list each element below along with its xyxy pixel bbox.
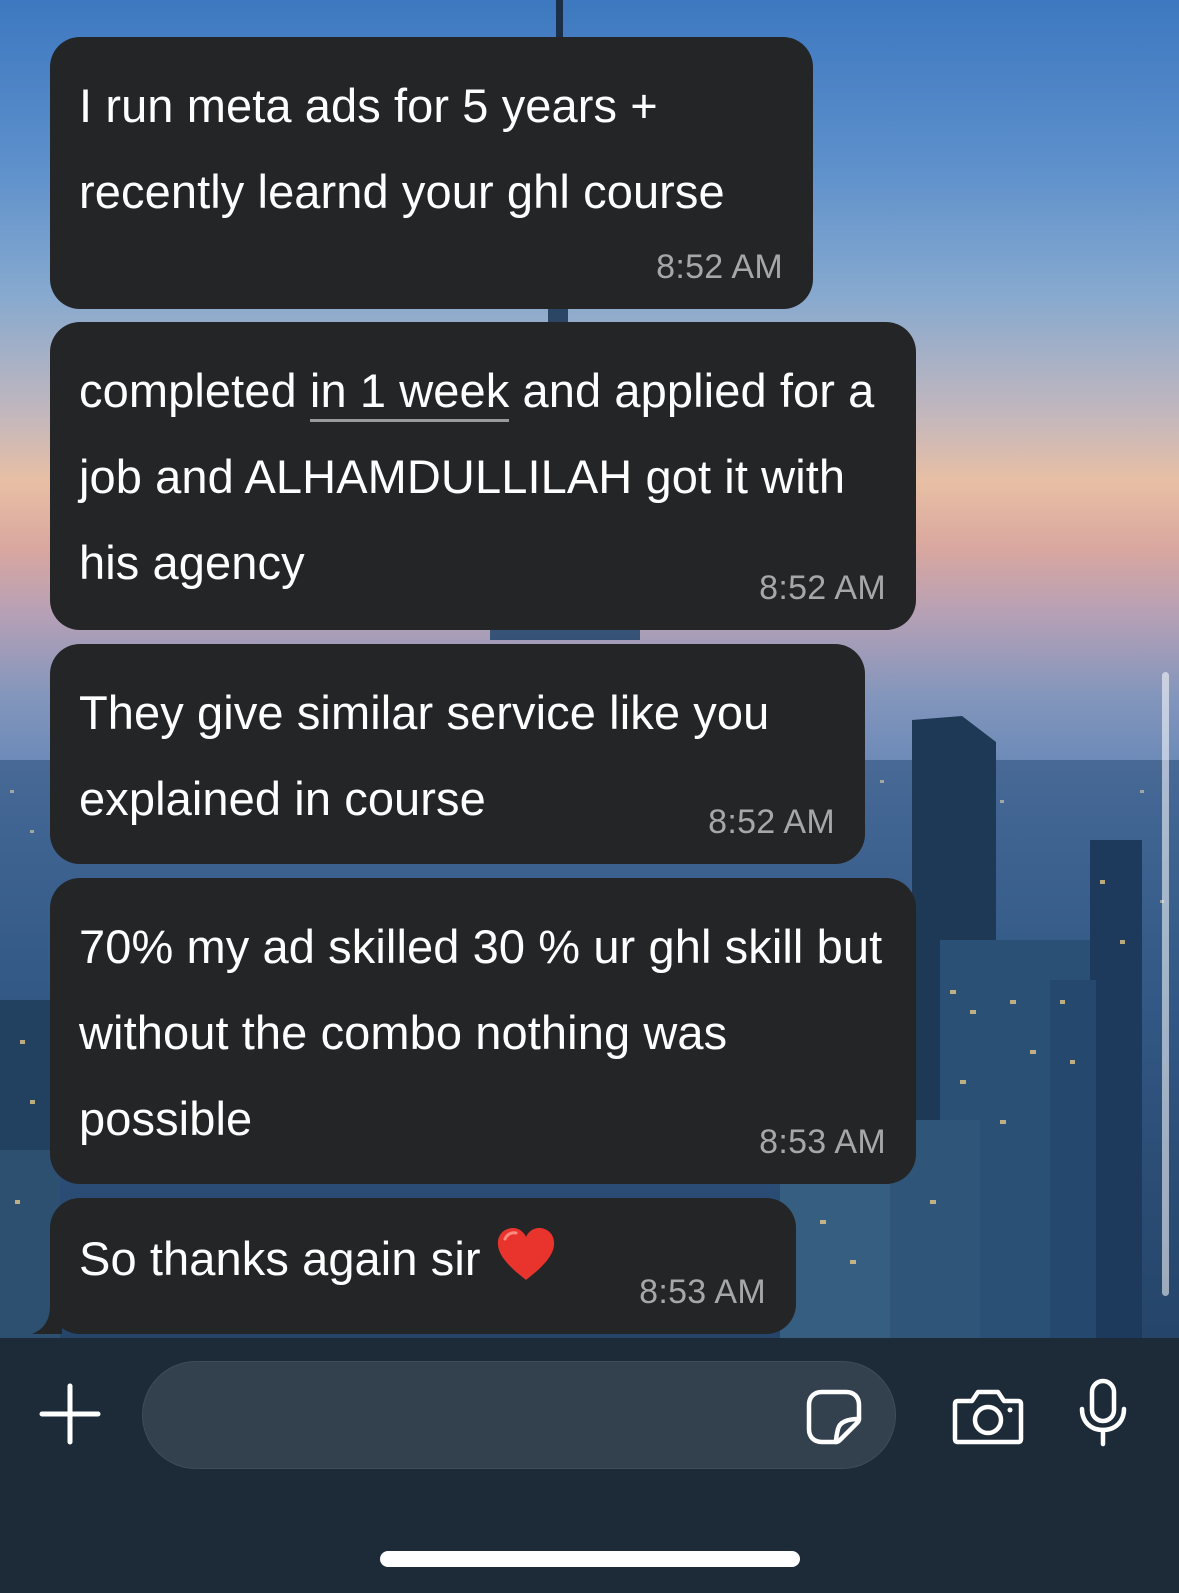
message-text-part: completed bbox=[79, 364, 310, 417]
red-heart-emoji bbox=[497, 1228, 554, 1280]
message-bubble[interactable]: So thanks again sir 8:53 AM bbox=[50, 1198, 796, 1334]
detected-link[interactable]: in 1 week bbox=[309, 364, 510, 422]
message-timestamp: 8:52 AM bbox=[656, 248, 783, 286]
message-list: I run meta ads for 5 years + recently le… bbox=[0, 0, 1179, 1338]
message-bubble[interactable]: They give similar service like you expla… bbox=[50, 644, 865, 864]
message-text: I run meta ads for 5 years + recently le… bbox=[79, 79, 725, 218]
message-input[interactable] bbox=[142, 1361, 896, 1469]
message-timestamp: 8:52 AM bbox=[759, 569, 886, 607]
camera-icon[interactable] bbox=[952, 1385, 1024, 1445]
message-bubble[interactable]: I run meta ads for 5 years + recently le… bbox=[50, 37, 813, 309]
microphone-icon[interactable] bbox=[1078, 1378, 1128, 1448]
message-bubble[interactable]: 70% my ad skilled 30 % ur ghl skill but … bbox=[50, 878, 916, 1184]
message-text-part: So thanks again sir bbox=[79, 1232, 481, 1285]
message-bubble[interactable]: completed in 1 week and applied for a jo… bbox=[50, 322, 916, 630]
sticker-icon[interactable] bbox=[806, 1389, 862, 1445]
message-timestamp: 8:53 AM bbox=[639, 1273, 766, 1311]
bubble-tail bbox=[32, 1302, 62, 1334]
message-timestamp: 8:52 AM bbox=[708, 803, 835, 841]
home-indicator[interactable] bbox=[380, 1551, 800, 1567]
message-timestamp: 8:53 AM bbox=[759, 1123, 886, 1161]
plus-icon[interactable] bbox=[38, 1382, 102, 1446]
